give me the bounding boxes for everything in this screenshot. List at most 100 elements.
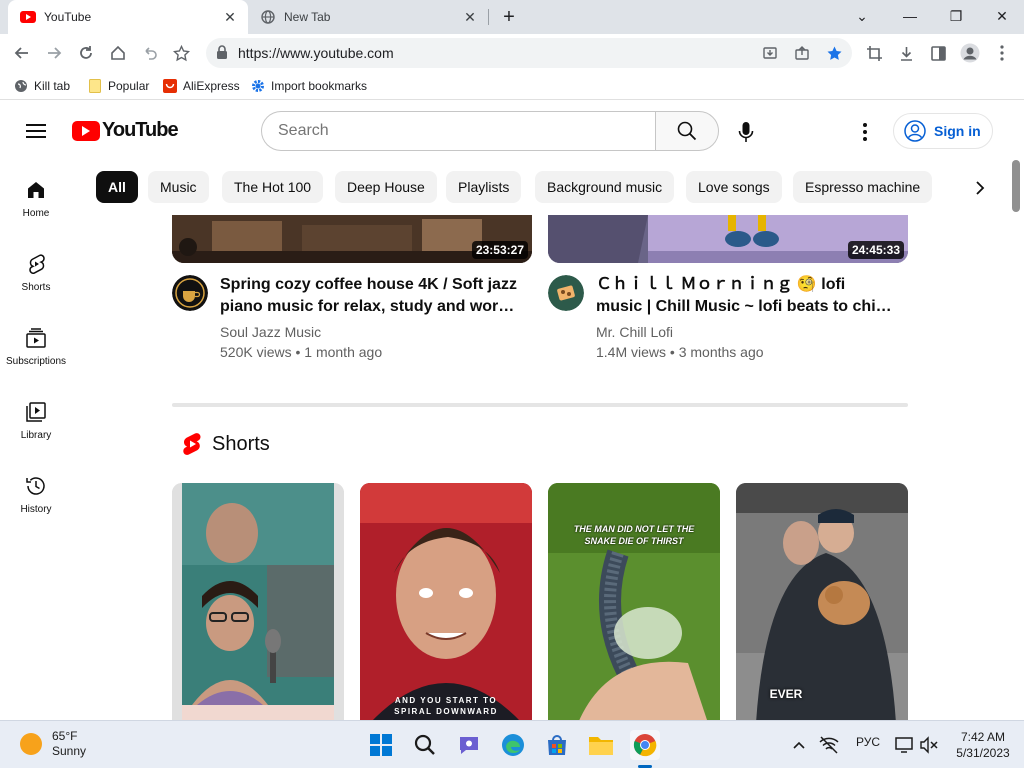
youtube-logo[interactable]: YouTube: [72, 119, 179, 142]
profile-avatar-icon[interactable]: [957, 40, 983, 66]
crop-icon[interactable]: [861, 40, 887, 66]
gear-icon: [251, 79, 265, 93]
chip-the-hot-100[interactable]: The Hot 100: [222, 171, 324, 203]
download-icon[interactable]: [893, 40, 919, 66]
sidebar-item-subscriptions[interactable]: Subscriptions: [0, 308, 72, 378]
bookmark-popular[interactable]: Popular: [88, 77, 149, 95]
show-hidden-icons-button[interactable]: [784, 730, 814, 760]
taskbar-store-button[interactable]: [542, 730, 572, 760]
close-tab-icon[interactable]: ✕: [462, 9, 478, 25]
library-icon: [26, 402, 46, 422]
page-scrollbar-thumb[interactable]: [1012, 160, 1020, 212]
taskbar-search-button[interactable]: [410, 730, 440, 760]
no-internet-icon: [819, 736, 839, 754]
settings-menu-icon[interactable]: [855, 120, 875, 144]
undo-button[interactable]: [137, 40, 163, 66]
taskbar-file-explorer-button[interactable]: [586, 730, 616, 760]
close-tab-icon[interactable]: ✕: [222, 9, 238, 25]
taskbar-chat-button[interactable]: [454, 730, 484, 760]
new-tab-button[interactable]: +: [498, 6, 520, 28]
sidebar-item-history[interactable]: History: [0, 456, 72, 526]
chrome-icon: [633, 734, 657, 757]
short-thumbnail-art: [548, 483, 720, 723]
chip-deep-house[interactable]: Deep House: [335, 171, 437, 203]
short-caption: AND YOU START TO SPIRAL DOWNWARD: [394, 696, 498, 716]
home-button[interactable]: [105, 40, 131, 66]
tab-search-chevron-icon[interactable]: ⌄: [840, 4, 884, 28]
guide-menu-icon[interactable]: [24, 120, 48, 142]
video-title[interactable]: Spring cozy coffee house 4K / Soft jazz …: [220, 274, 520, 318]
lock-icon[interactable]: [216, 45, 228, 65]
volume-muted-button[interactable]: [914, 730, 944, 760]
chips-next-button[interactable]: [966, 174, 994, 202]
forward-button[interactable]: [41, 40, 67, 66]
video-title[interactable]: Ｃｈｉｌｌ Ｍｏｒｎｉｎｇ 🧐 lofi music | Chill Music…: [596, 274, 896, 318]
youtube-play-logo-icon: [72, 120, 100, 141]
channel-name[interactable]: Soul Jazz Music: [220, 324, 321, 340]
reload-button[interactable]: [73, 40, 99, 66]
shorts-icon: [29, 254, 45, 274]
bookmark-star-button[interactable]: [168, 40, 194, 66]
clock-time: 7:42 AM: [960, 730, 1006, 744]
sidebar-item-library[interactable]: Library: [0, 382, 72, 452]
channel-name[interactable]: Mr. Chill Lofi: [596, 324, 673, 340]
sign-in-button[interactable]: Sign in: [893, 113, 993, 149]
address-bar[interactable]: https://www.youtube.com: [206, 38, 852, 68]
tab-youtube[interactable]: YouTube ✕: [8, 0, 248, 34]
monitor-icon: [895, 737, 913, 753]
star-outline-icon: [172, 44, 190, 61]
chip-espresso-machine[interactable]: Espresso machine: [793, 171, 933, 203]
history-icon: [26, 477, 45, 495]
back-button[interactable]: [9, 40, 35, 66]
shorts-logo-icon: [183, 433, 201, 455]
language-indicator[interactable]: РУС: [856, 735, 880, 749]
chip-music[interactable]: Music: [148, 171, 209, 203]
sidebar-item-shorts[interactable]: Shorts: [0, 234, 72, 304]
chip-background-music[interactable]: Background music: [535, 171, 675, 203]
video-thumbnail[interactable]: 24:45:33: [548, 215, 908, 263]
globe-icon: [14, 79, 28, 93]
install-app-icon[interactable]: [760, 43, 780, 63]
taskbar-chrome-button[interactable]: [630, 730, 660, 760]
windows-logo-icon: [370, 734, 392, 756]
short-card[interactable]: AND YOU START TO SPIRAL DOWNWARD: [360, 483, 532, 723]
share-icon[interactable]: [792, 43, 812, 63]
search-input[interactable]: [262, 112, 656, 150]
bookmark-import[interactable]: Import bookmarks: [251, 77, 367, 95]
start-button[interactable]: [366, 730, 396, 760]
short-card[interactable]: [172, 483, 344, 723]
sidebar-item-home[interactable]: Home: [0, 160, 72, 230]
side-panel-icon[interactable]: [925, 40, 951, 66]
weather-temp: 65°F: [52, 729, 78, 743]
search-button[interactable]: [655, 111, 719, 151]
minimize-button[interactable]: —: [888, 4, 932, 28]
short-caption: EVER: [769, 687, 803, 701]
channel-avatar[interactable]: [172, 275, 208, 311]
home-icon: [28, 182, 44, 198]
close-window-button[interactable]: ✕: [980, 4, 1024, 28]
taskbar-edge-button[interactable]: [498, 730, 528, 760]
bookmark-kill-tab[interactable]: Kill tab: [14, 77, 70, 95]
youtube-header: YouTube Sign in: [0, 102, 1024, 160]
bookmark-aliexpress[interactable]: AliExpress: [163, 77, 240, 95]
restore-button[interactable]: ❐: [934, 4, 978, 28]
bookmark-star-filled-icon[interactable]: [824, 43, 844, 63]
taskbar-clock[interactable]: 7:42 AM 5/31/2023: [948, 729, 1018, 761]
search-icon: [677, 121, 697, 141]
chrome-menu-icon[interactable]: [989, 40, 1015, 66]
tab-new-tab[interactable]: New Tab ✕: [250, 0, 488, 34]
voice-search-button[interactable]: [734, 120, 758, 144]
channel-avatar[interactable]: [548, 275, 584, 311]
sidebar-item-label: History: [20, 504, 52, 515]
short-card[interactable]: THE MAN DID NOT LET THE SNAKE DIE OF THI…: [548, 483, 720, 723]
chip-love-songs[interactable]: Love songs: [686, 171, 782, 203]
chip-all[interactable]: All: [96, 171, 138, 203]
chip-playlists[interactable]: Playlists: [446, 171, 522, 203]
video-thumbnail[interactable]: 23:53:27: [172, 215, 532, 263]
network-status-button[interactable]: [814, 730, 844, 760]
sign-in-label: Sign in: [934, 123, 981, 139]
short-card[interactable]: EVER: [736, 483, 908, 723]
account-circle-icon: [904, 120, 926, 142]
reload-icon: [80, 46, 92, 59]
weather-widget[interactable]: 65°F Sunny: [20, 729, 86, 759]
